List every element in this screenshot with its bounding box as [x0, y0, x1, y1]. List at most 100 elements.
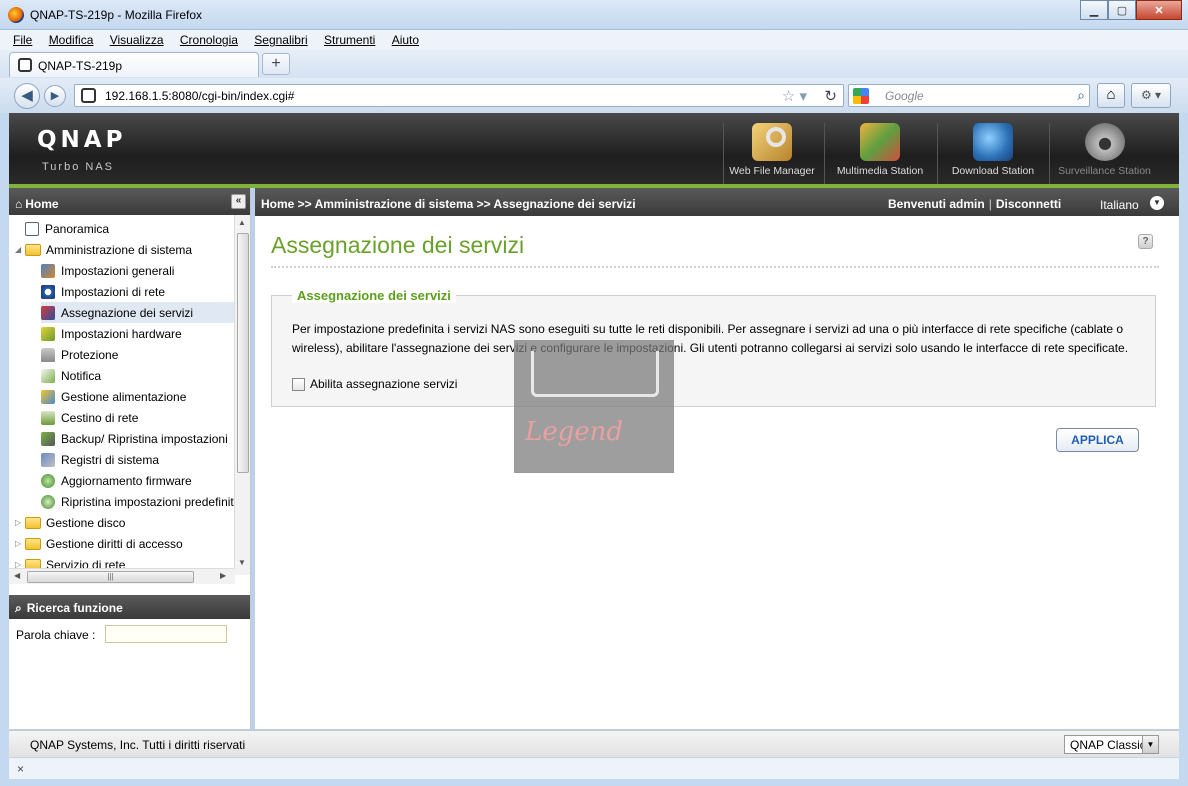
surveillance-station-icon [1084, 123, 1125, 161]
sidebar-item-notifica[interactable]: Notifica [41, 365, 101, 386]
browser-status-bar: × [9, 757, 1179, 779]
theme-value: QNAP Classic [1070, 738, 1146, 752]
breadcrumb[interactable]: Home >> Amministrazione di sistema >> As… [261, 197, 636, 211]
sidebar-item-amministrazione-di-sistema[interactable]: ◢ Amministrazione di sistema [15, 239, 192, 260]
app-download-station[interactable]: Download Station [937, 123, 1048, 185]
sidebar-item-aggiornamento-firmware[interactable]: Aggiornamento firmware [41, 470, 192, 491]
menu-aiuto[interactable]: Aiuto [392, 33, 419, 47]
sidebar-item-label: Ripristina impostazioni predefinite [61, 494, 235, 509]
theme-select[interactable]: QNAP Classic ▼ [1064, 735, 1159, 754]
tree-horizontal-scrollbar[interactable]: ◀ ||| ▶ [9, 568, 235, 584]
addon-button[interactable]: ⚙ ▾ [1131, 83, 1171, 108]
chevron-down-icon[interactable]: ▼ [1142, 736, 1158, 753]
web-file-manager-icon [752, 123, 792, 161]
sidebar-item-backup-ripristina[interactable]: Backup/ Ripristina impostazioni [41, 428, 228, 449]
menu-cronologia[interactable]: Cronologia [180, 33, 238, 47]
hardware-settings-icon [41, 326, 55, 341]
folder-icon [25, 558, 41, 568]
function-search-header: ⌕ Ricerca funzione [9, 595, 250, 619]
sidebar-item-servizio-di-rete[interactable]: ▷ Servizio di rete [15, 554, 125, 568]
logout-link[interactable]: Disconnetti [996, 197, 1061, 211]
expanded-arrow-icon[interactable]: ◢ [15, 245, 25, 254]
enable-service-binding-checkbox[interactable] [292, 377, 305, 391]
reload-icon[interactable]: ↻ [824, 87, 837, 105]
menu-strumenti[interactable]: Strumenti [324, 33, 375, 47]
menu-visualizza[interactable]: Visualizza [110, 33, 164, 47]
folder-icon [25, 516, 41, 529]
service-binding-icon [41, 305, 55, 320]
scroll-left-arrow-icon[interactable]: ◀ [14, 571, 20, 580]
collapsed-arrow-icon[interactable]: ▷ [15, 539, 25, 548]
keyword-input[interactable] [105, 625, 227, 643]
menu-segnalibri[interactable]: Segnalibri [254, 33, 307, 47]
collapse-sidebar-button[interactable]: « [231, 194, 246, 209]
sidebar-item-label: Assegnazione dei servizi [61, 305, 194, 320]
navigation-bar: ◀ ▶ 192.168.1.5:8080/cgi-bin/index.cgi# … [0, 78, 1188, 113]
bookmark-star-icon[interactable]: ☆ ▾ [782, 87, 807, 105]
scrollbar-thumb[interactable] [237, 233, 249, 473]
scroll-up-arrow-icon[interactable]: ▲ [238, 218, 246, 227]
sidebar-item-panoramica[interactable]: Panoramica [25, 218, 109, 239]
sidebar-item-label: Cestino di rete [61, 410, 139, 425]
scrollbar-thumb[interactable]: ||| [27, 571, 194, 583]
new-tab-button[interactable]: + [262, 53, 290, 75]
app-multimedia-station[interactable]: Multimedia Station [824, 123, 935, 185]
language-selector[interactable]: Italiano [1100, 198, 1139, 212]
app-web-file-manager[interactable]: Web File Manager [723, 123, 820, 185]
search-placeholder: Google [885, 89, 924, 103]
sidebar-item-cestino-di-rete[interactable]: Cestino di rete [41, 407, 138, 428]
sidebar-item-label: Panoramica [45, 221, 110, 236]
scroll-right-arrow-icon[interactable]: ▶ [220, 571, 226, 580]
sidebar-item-registri-di-sistema[interactable]: Registri di sistema [41, 449, 159, 470]
main-panel: Home >> Amministrazione di sistema >> As… [255, 188, 1179, 729]
notification-icon [41, 368, 55, 383]
home-button[interactable]: ⌂ [1097, 83, 1125, 108]
status-close-icon[interactable]: × [17, 762, 24, 776]
back-button[interactable]: ◀ [14, 83, 40, 109]
left-panel: ⌂ Home « Panoramica ◢ Amministrazione di s… [9, 188, 251, 729]
sidebar-item-gestione-disco[interactable]: ▷ Gestione disco [15, 512, 125, 533]
enable-service-binding-row[interactable]: Abilita assegnazione servizi [292, 377, 457, 391]
tree-vertical-scrollbar[interactable]: ▲ ▼ [234, 215, 250, 575]
restore-defaults-icon [41, 494, 55, 509]
url-text: 192.168.1.5:8080/cgi-bin/index.cgi# [105, 89, 295, 103]
help-icon[interactable]: ? [1138, 234, 1153, 249]
window-title: QNAP-TS-219p - Mozilla Firefox [30, 8, 203, 22]
sidebar-item-gestione-alimentazione[interactable]: Gestione alimentazione [41, 386, 186, 407]
sidebar-item-impostazioni-hardware[interactable]: Impostazioni hardware [41, 323, 182, 344]
app-surveillance-station[interactable]: Surveillance Station [1049, 123, 1159, 185]
close-window-button[interactable]: ✕ [1136, 0, 1182, 20]
footer: QNAP Systems, Inc. Tutti i diritti riser… [9, 730, 1179, 757]
lock-icon [41, 347, 55, 362]
apply-button[interactable]: APPLICA [1056, 428, 1139, 452]
forward-button[interactable]: ▶ [44, 85, 66, 107]
sidebar-item-ripristina-impostazioni[interactable]: Ripristina impostazioni predefinite [41, 491, 235, 512]
recycle-bin-icon [41, 410, 55, 425]
browser-tab[interactable]: QNAP-TS-219p [9, 52, 259, 77]
menu-modifica[interactable]: Modifica [49, 33, 94, 47]
collapsed-arrow-icon[interactable]: ▷ [15, 560, 25, 568]
user-links: Benvenuti admin | Disconnetti [888, 197, 1061, 211]
url-bar[interactable]: 192.168.1.5:8080/cgi-bin/index.cgi# ☆ ▾ … [74, 84, 844, 107]
sidebar-item-protezione[interactable]: Protezione [41, 344, 118, 365]
menu-file[interactable]: File [13, 33, 32, 47]
language-dropdown-icon[interactable]: ▼ [1150, 196, 1164, 210]
maximize-button[interactable]: ▢ [1108, 0, 1136, 20]
overview-icon [25, 221, 39, 236]
watermark-text: Legend [525, 417, 624, 447]
google-icon[interactable] [853, 88, 869, 104]
sidebar-item-assegnazione-dei-servizi[interactable]: Assegnazione dei servizi [41, 302, 234, 323]
search-icon[interactable]: ⌕ [1077, 87, 1085, 104]
sidebar-item-impostazioni-generali[interactable]: Impostazioni generali [41, 260, 174, 281]
window-frame-right [1179, 113, 1188, 786]
service-binding-section: Assegnazione dei servizi Per impostazion… [271, 288, 1156, 407]
collapsed-arrow-icon[interactable]: ▷ [15, 518, 25, 527]
sidebar-item-gestione-diritti-di-accesso[interactable]: ▷ Gestione diritti di accesso [15, 533, 183, 554]
scroll-down-arrow-icon[interactable]: ▼ [238, 558, 246, 567]
search-icon: ⌕ [15, 601, 22, 615]
sidebar-item-impostazioni-di-rete[interactable]: Impostazioni di rete [41, 281, 165, 302]
search-bar[interactable]: Google ⌕ [848, 84, 1090, 107]
sidebar-item-label: Gestione diritti di accesso [46, 536, 183, 551]
function-search-title: Ricerca funzione [26, 601, 123, 615]
minimize-button[interactable]: ▁ [1080, 0, 1108, 20]
